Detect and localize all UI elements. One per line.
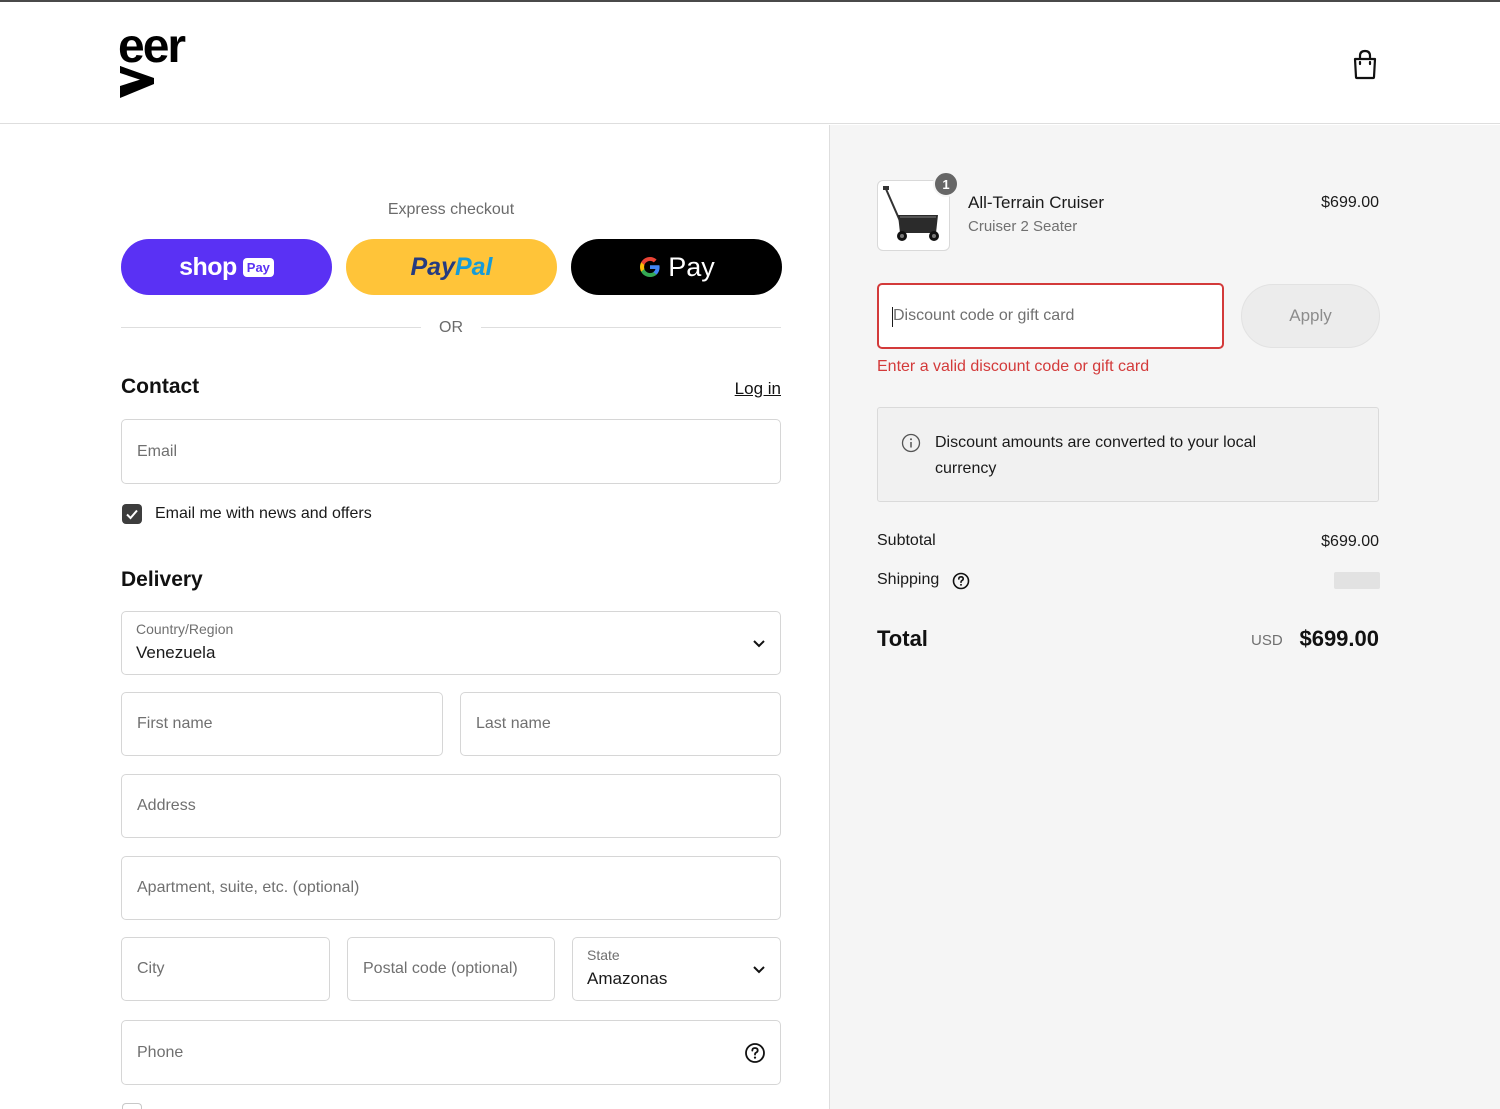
login-link[interactable]: Log in (700, 379, 781, 399)
sms-checkbox[interactable] (122, 1103, 142, 1109)
postal-code-placeholder: Postal code (optional) (363, 960, 518, 977)
total-value: $699.00 (1299, 626, 1379, 651)
shop-pay-button[interactable]: shop Pay (121, 239, 332, 295)
state-label: State (587, 947, 620, 963)
checkout-form: Express checkout shop Pay PayPal Pay OR … (0, 125, 829, 1109)
phone-field[interactable]: Phone (121, 1020, 781, 1085)
google-pay-word: Pay (668, 251, 715, 282)
veer-logo[interactable]: eer (118, 24, 214, 100)
subtotal-label: Subtotal (877, 532, 936, 549)
shopping-bag-icon[interactable] (1350, 48, 1380, 80)
state-value: Amazonas (587, 969, 668, 988)
shipping-value-placeholder (1334, 572, 1380, 589)
first-name-placeholder: First name (137, 715, 213, 732)
google-g-icon (640, 257, 660, 277)
country-label: Country/Region (136, 621, 234, 637)
info-icon (901, 433, 921, 453)
discount-code-input[interactable]: Discount code or gift card (877, 283, 1224, 349)
contact-title: Contact (121, 375, 200, 398)
checkmark-icon (126, 509, 138, 520)
currency-info-text: Discount amounts are converted to your l… (935, 434, 1257, 477)
shipping-label: Shipping (877, 571, 940, 588)
paypal-part2: Pal (454, 252, 493, 281)
shop-pay-word: shop (179, 252, 237, 281)
postal-code-field[interactable]: Postal code (optional) (347, 937, 555, 1001)
site-header: eer (0, 2, 1500, 124)
last-name-placeholder: Last name (476, 715, 551, 732)
paypal-logo: PayPal (410, 253, 492, 282)
divider-left (121, 327, 421, 328)
last-name-field[interactable]: Last name (460, 692, 781, 756)
country-value: Venezuela (136, 643, 216, 662)
product-price: $699.00 (1321, 194, 1379, 211)
chevron-down-icon (753, 966, 765, 974)
order-summary: 1 All-Terrain Cruiser Cruiser 2 Seater $… (829, 125, 1500, 1109)
address-field[interactable]: Address (121, 774, 781, 838)
apartment-field[interactable]: Apartment, suite, etc. (optional) (121, 856, 781, 920)
quantity-badge: 1 (933, 171, 959, 197)
product-name: All-Terrain Cruiser (968, 193, 1105, 212)
phone-placeholder: Phone (137, 1043, 184, 1061)
city-placeholder: City (137, 960, 165, 977)
apartment-placeholder: Apartment, suite, etc. (optional) (137, 879, 360, 896)
paypal-button[interactable]: PayPal (346, 239, 557, 295)
chevron-down-icon (753, 640, 765, 648)
subtotal-value: $699.00 (1321, 533, 1379, 550)
address-placeholder: Address (137, 797, 196, 814)
product-variant: Cruiser 2 Seater (968, 218, 1078, 235)
first-name-field[interactable]: First name (121, 692, 443, 756)
total-currency: USD (1251, 632, 1283, 649)
newsletter-checkbox[interactable] (122, 504, 142, 524)
paypal-part1: Pay (410, 252, 455, 281)
newsletter-label: Email me with news and offers (155, 505, 372, 522)
delivery-title: Delivery (121, 568, 203, 591)
email-placeholder: Email (137, 442, 178, 460)
shop-pay-badge: Pay (242, 257, 274, 277)
discount-placeholder: Discount code or gift card (893, 307, 1075, 324)
total-label: Total (877, 626, 928, 651)
express-checkout-title: Express checkout (387, 201, 515, 218)
country-select[interactable]: Country/Region Venezuela (121, 611, 781, 675)
divider-right (481, 327, 781, 328)
state-select[interactable]: State Amazonas (572, 937, 781, 1001)
city-field[interactable]: City (121, 937, 330, 1001)
help-circle-icon[interactable] (744, 1042, 766, 1064)
email-field[interactable]: Email (121, 419, 781, 484)
google-pay-button[interactable]: Pay (571, 239, 782, 295)
discount-error-message: Enter a valid discount code or gift card (877, 358, 1150, 375)
apply-discount-button[interactable]: Apply (1241, 284, 1380, 348)
currency-info-box: Discount amounts are converted to your l… (877, 407, 1379, 502)
or-divider-text: OR (439, 319, 463, 336)
shipping-help-icon[interactable] (952, 572, 970, 590)
